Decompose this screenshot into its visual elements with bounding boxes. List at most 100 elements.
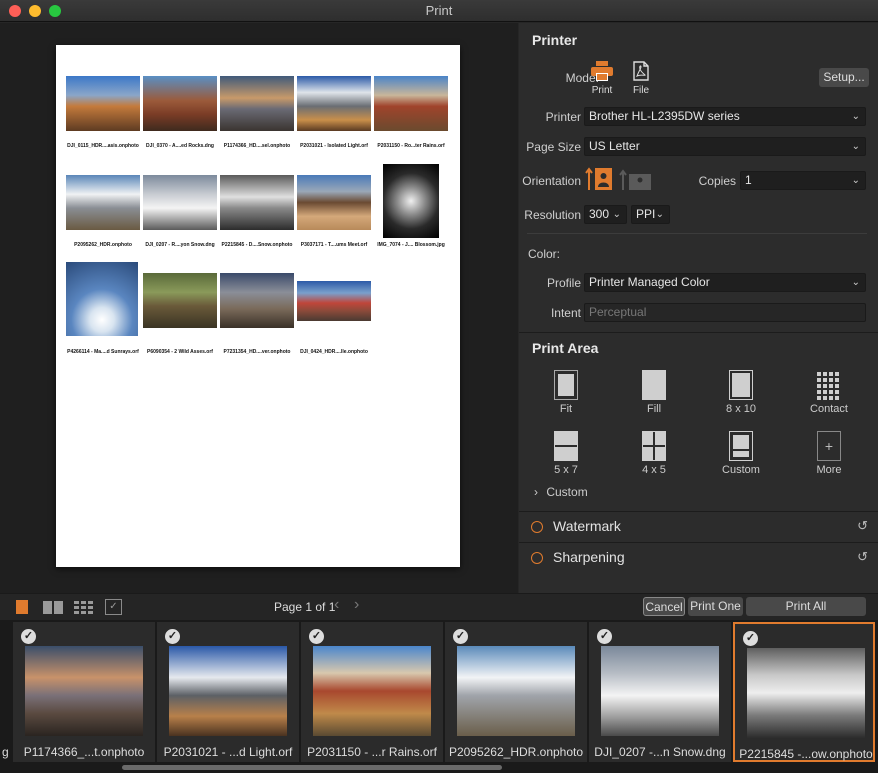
print-area-8x10-label: 8 x 10 [726,403,756,415]
paper-photo-caption: DJI_0424_HDR....lle.onphoto [300,349,368,355]
sharpening-toggle-icon[interactable] [531,552,543,564]
page-size-select-value: US Letter [589,139,640,153]
filmstrip-thumbnail[interactable]: ✓ P2215845 -...ow.onphoto [733,622,875,762]
filmstrip-thumbnail[interactable]: ✓ P2031150 - ...r Rains.orf [301,622,443,762]
cancel-button[interactable]: Cancel [643,597,685,616]
print-one-button[interactable]: Print One [688,597,743,616]
portrait-orientation-icon [585,167,612,190]
filmstrip-thumbnail-name: P2031150 - ...r Rains.orf [307,745,437,759]
page-size-select[interactable]: US Letter ⌄ [584,137,866,156]
mode-file-label: File [632,85,650,96]
reset-icon[interactable]: ↺ [857,549,868,565]
sharpening-label: Sharpening [553,549,625,565]
checkmark-icon[interactable]: ✓ [309,629,324,644]
grid-view-icon[interactable] [74,600,94,614]
chevron-down-icon: ⌄ [655,209,664,220]
paper-photo-caption: IMG_7074 - J.... Blossom.jpg [377,242,445,248]
setup-button[interactable]: Setup... [819,68,869,87]
copies-input[interactable]: 1 ⌄ [740,171,866,190]
filmstrip-thumbnail-image [601,646,719,736]
print-area-8x10[interactable]: 8 x 10 [706,370,776,415]
8x10-layout-icon [729,370,753,400]
print-area-custom[interactable]: Custom [706,431,776,476]
print-window: Print DJI_0115_HDR....asis.onphoto DJI_03… [0,0,878,773]
mode-file-button[interactable]: File [627,61,655,96]
print-area-5x7[interactable]: 5 x 7 [531,431,601,476]
custom-expander[interactable]: › Custom [534,485,588,499]
close-window-button[interactable] [9,5,21,17]
profile-label: Profile [546,276,581,290]
paper-photo-caption: P2031021 - Isolated Light.orf [300,143,368,149]
divider [519,332,878,333]
reset-icon[interactable]: ↺ [857,518,868,534]
resolution-select[interactable]: 300 ⌄ [584,205,627,224]
paper-photo-caption: P2031150 - Ro...ter Rains.orf [377,143,445,149]
paper-photo-caption: DJI_0370 - A....ed Rocks.dng [146,143,214,149]
print-area-5x7-label: 5 x 7 [554,464,578,476]
filmstrip-thumbnail-image [313,646,431,736]
filmstrip-thumbnail-image [747,648,865,738]
prev-page-icon[interactable]: ‹ [334,596,339,614]
checkmark-icon[interactable]: ✓ [743,631,758,646]
fill-layout-icon [642,370,666,400]
checkmark-icon[interactable]: ✓ [597,629,612,644]
filmstrip-thumbnail[interactable]: ✓ DJI_0207 -...n Snow.dng [589,622,731,762]
print-preview-area: DJI_0115_HDR....asis.onphoto DJI_0370 - A… [0,23,518,593]
filmstrip-thumbnail-name: P2095262_HDR.onphoto [448,745,584,759]
watermark-toggle-icon[interactable] [531,521,543,533]
filmstrip-thumbnail[interactable]: ✓ P1174366_...t.onphoto [13,622,155,762]
mode-print-button[interactable]: Print [588,61,616,96]
orientation-label: Orientation [522,174,581,188]
plus-icon: + [817,431,841,461]
bottom-toolbar: ✓ Page 1 of 1 ‹ › Cancel Print One Print… [0,593,878,620]
print-area-fill[interactable]: Fill [619,370,689,415]
filmstrip-thumbnail-name: P2031021 - ...d Light.orf [163,745,293,759]
paper-page: DJI_0115_HDR....asis.onphoto DJI_0370 - A… [56,45,460,567]
paper-photo-image [297,175,371,230]
custom-expander-label: Custom [546,485,588,499]
print-area-4x5[interactable]: 4 x 5 [619,431,689,476]
filmstrip: g ✓ P1174366_...t.onphoto ✓ P2031021 - ...d… [0,620,878,773]
paper-photo-caption: P3037171 - T....ums Meet.orf [300,242,368,248]
minimize-window-button[interactable] [29,5,41,17]
paper-photo-image [383,164,439,238]
profile-select-value: Printer Managed Color [589,275,710,289]
compare-view-icon[interactable] [43,601,63,614]
print-all-button[interactable]: Print All [746,597,866,616]
profile-select[interactable]: Printer Managed Color ⌄ [584,273,866,292]
4x5-layout-icon [642,431,666,461]
print-area-fit[interactable]: Fit [531,370,601,415]
checkmark-icon[interactable]: ✓ [453,629,468,644]
print-area-contact[interactable]: Contact [794,370,864,415]
5x7-layout-icon [554,431,578,461]
zoom-window-button[interactable] [49,5,61,17]
print-area-custom-label: Custom [722,464,760,476]
next-page-icon[interactable]: › [354,596,359,614]
paper-photo-image [220,273,294,328]
checkmark-icon[interactable]: ✓ [165,629,180,644]
sharpening-section[interactable]: Sharpening ↺ [519,542,878,572]
paper-photo-image [66,76,140,131]
orientation-portrait-button[interactable] [585,166,615,195]
filmstrip-thumbnail[interactable]: ✓ P2095262_HDR.onphoto [445,622,587,762]
chevron-down-icon: ⌄ [851,111,860,122]
filmstrip-scrollbar[interactable] [122,765,502,770]
filmstrip-thumbnail[interactable]: ✓ P2031021 - ...d Light.orf [157,622,299,762]
watermark-section[interactable]: Watermark ↺ [519,511,878,541]
printer-select[interactable]: Brother HL-L2395DW series ⌄ [584,107,866,126]
orientation-landscape-button[interactable] [619,168,655,195]
paper-photo-image [143,175,217,230]
resolution-unit-select[interactable]: PPI ⌄ [631,205,670,224]
print-area-section-title: Print Area [532,340,599,356]
paper-photo-caption: P7231354_HD....ver.onphoto [223,349,291,355]
paper-photo-caption: P4266114 - Ma....d Sunrays.orf [67,349,139,355]
print-area-more[interactable]: + More [794,431,864,476]
paper-photo-image [66,262,138,336]
chevron-down-icon: ⌄ [851,175,860,186]
paper-photo-caption: P6090354 - 2 Wild Asses.orf [147,349,213,355]
resolution-unit-value: PPI [636,207,656,221]
single-view-icon[interactable] [16,600,28,614]
checkmark-icon[interactable]: ✓ [21,629,36,644]
printer-select-value: Brother HL-L2395DW series [589,109,740,123]
edit-layout-icon[interactable]: ✓ [105,599,122,615]
